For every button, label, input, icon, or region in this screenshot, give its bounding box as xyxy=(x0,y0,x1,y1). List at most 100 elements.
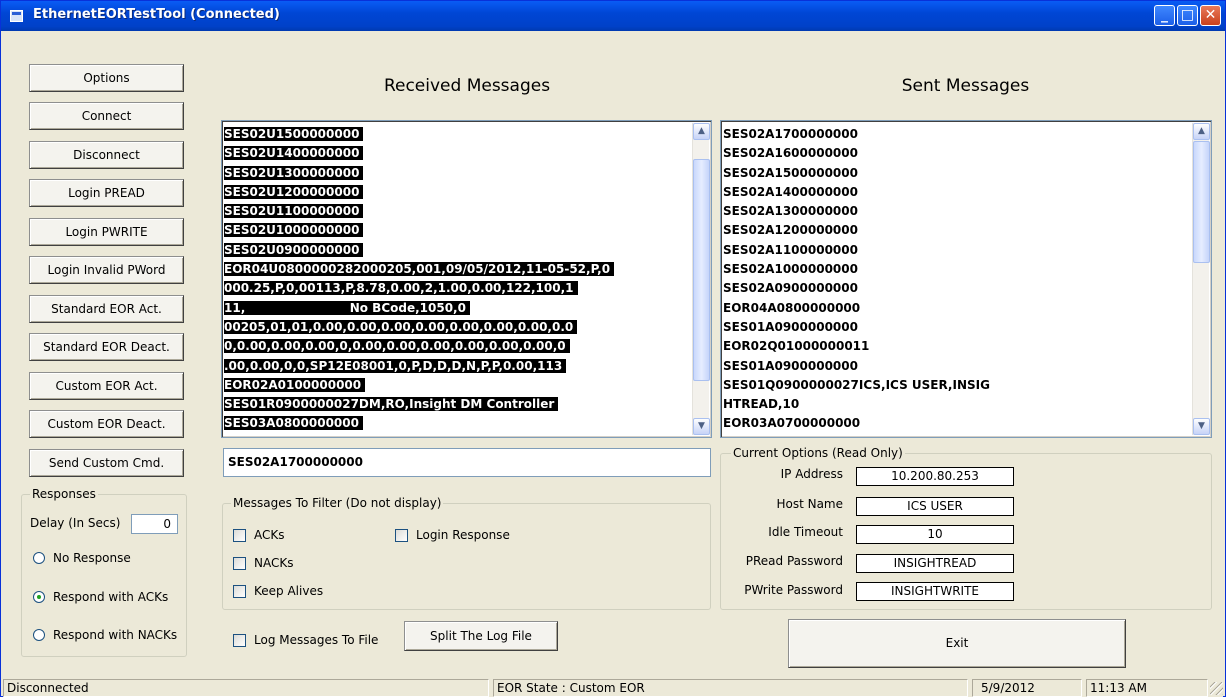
login-pwrite-button[interactable]: Login PWRITE xyxy=(29,218,184,246)
message-line[interactable]: SES02U1400000000 xyxy=(224,144,691,163)
filter-keep-alives-checkbox[interactable]: Keep Alives xyxy=(233,584,323,598)
message-line[interactable]: SES01A0900000000 xyxy=(723,357,1191,376)
filter-acks-checkbox[interactable]: ACKs xyxy=(233,528,285,542)
respond-acks-radio[interactable]: Respond with ACKs xyxy=(33,590,168,604)
checkbox-label: Login Response xyxy=(416,528,510,542)
connect-button[interactable]: Connect xyxy=(29,102,184,130)
minimize-button[interactable]: _ xyxy=(1154,5,1175,26)
scroll-down-icon[interactable]: ▼ xyxy=(693,418,710,435)
radio-label: No Response xyxy=(53,551,131,565)
delay-label: Delay (In Secs) xyxy=(30,516,121,530)
message-line[interactable]: EOR02A0100000000 xyxy=(224,376,691,395)
checkbox-label: NACKs xyxy=(254,556,294,570)
checkbox-box xyxy=(395,528,408,542)
filter-login-response-checkbox[interactable]: Login Response xyxy=(395,528,510,542)
app-icon xyxy=(10,10,23,22)
send-custom-cmd-button[interactable]: Send Custom Cmd. xyxy=(29,449,184,477)
status-date: 5/9/2012 xyxy=(972,679,1082,697)
idle-timeout-value: 10 xyxy=(856,525,1014,544)
custom-eor-act-button[interactable]: Custom EOR Act. xyxy=(29,372,184,400)
message-line[interactable]: 00205,01,01,0.00,0.00,0.00,0.00,0.00,0.0… xyxy=(224,318,691,337)
sent-scrollbar[interactable]: ▲ ▼ xyxy=(1192,123,1210,435)
message-text: .00,0.00,0,0,SP12E08001,0,P,D,D,D,N,P,P,… xyxy=(224,358,567,373)
message-line[interactable]: EOR03A0700000000 xyxy=(723,414,1191,433)
message-line[interactable]: SES02A1100000000 xyxy=(723,241,1191,260)
login-pread-button[interactable]: Login PREAD xyxy=(29,179,184,207)
message-line[interactable]: SES02A1400000000 xyxy=(723,183,1191,202)
current-options-legend: Current Options (Read Only) xyxy=(731,446,905,460)
pwrite-password-label: PWrite Password xyxy=(744,583,843,597)
radio-label: Respond with NACKs xyxy=(53,628,178,642)
scroll-up-icon[interactable]: ▲ xyxy=(693,123,710,140)
sent-messages-list[interactable]: SES02A1700000000 SES02A1600000000 SES02A15… xyxy=(720,120,1212,438)
respond-nacks-radio[interactable]: Respond with NACKs xyxy=(33,628,177,642)
status-connection: Disconnected xyxy=(3,679,489,697)
button-label: Login PWRITE xyxy=(65,225,148,239)
scroll-thumb[interactable] xyxy=(1193,141,1210,263)
message-line[interactable]: SES02U1500000000 xyxy=(224,125,691,144)
message-line[interactable]: SES02U1000000000 xyxy=(224,221,691,240)
options-button[interactable]: Options xyxy=(29,64,184,92)
message-line[interactable]: EOR02Q01000000011 xyxy=(723,337,1191,356)
message-line[interactable]: SES01Q0900000027ICS,ICS USER,INSIG xyxy=(723,376,1191,395)
scroll-up-icon[interactable]: ▲ xyxy=(1193,123,1210,140)
message-line[interactable]: 000.25,P,0,00113,P,8.78,0.00,2,1.00,0.00… xyxy=(224,279,691,298)
filter-nacks-checkbox[interactable]: NACKs xyxy=(233,556,293,570)
message-text: SES02U0900000000 xyxy=(224,242,364,257)
message-line[interactable]: SES02A1000000000 xyxy=(723,260,1191,279)
standard-eor-act-button[interactable]: Standard EOR Act. xyxy=(29,295,184,323)
button-label: Custom EOR Act. xyxy=(55,379,158,393)
split-log-file-button[interactable]: Split The Log File xyxy=(404,621,558,651)
no-response-radio[interactable]: No Response xyxy=(33,551,131,565)
login-invalid-pword-button[interactable]: Login Invalid PWord xyxy=(29,256,184,284)
delay-input[interactable]: 0 xyxy=(131,514,178,534)
button-label: Login PREAD xyxy=(68,186,145,200)
scroll-thumb[interactable] xyxy=(693,159,710,381)
disconnect-button[interactable]: Disconnect xyxy=(29,141,184,169)
message-line[interactable]: SES02A1200000000 xyxy=(723,221,1191,240)
button-label: Split The Log File xyxy=(430,629,532,643)
message-line[interactable]: SES02U0900000000 xyxy=(224,241,691,260)
received-scrollbar[interactable]: ▲ ▼ xyxy=(692,123,710,435)
message-line[interactable]: SES02A1700000000 xyxy=(723,125,1191,144)
idle-timeout-label: Idle Timeout xyxy=(768,525,843,539)
message-line[interactable]: HTREAD,10 xyxy=(723,395,1191,414)
ip-address-value: 10.200.80.253 xyxy=(856,467,1014,486)
exit-button[interactable]: Exit xyxy=(788,619,1126,668)
message-line[interactable]: SES02U1100000000 xyxy=(224,202,691,221)
status-time: 11:13 AM xyxy=(1086,679,1208,697)
checkbox-box xyxy=(233,584,246,598)
message-line[interactable]: EOR04U0800000282000205,001,09/05/2012,11… xyxy=(224,260,691,279)
message-line[interactable]: 11, No BCode,1050,0 xyxy=(224,299,691,318)
message-line[interactable]: SES02A1600000000 xyxy=(723,144,1191,163)
message-line[interactable]: SES02A1500000000 xyxy=(723,164,1191,183)
selected-message-field[interactable]: SES02A1700000000 xyxy=(223,448,711,477)
message-text: 000.25,P,0,00113,P,8.78,0.00,2,1.00,0.00… xyxy=(224,281,578,296)
message-line[interactable]: EOR04A0800000000 xyxy=(723,299,1191,318)
message-line[interactable]: SES02U1300000000 xyxy=(224,164,691,183)
resize-grip-icon[interactable] xyxy=(1210,682,1223,695)
scroll-down-icon[interactable]: ▼ xyxy=(1193,418,1210,435)
message-line[interactable]: SES02U1200000000 xyxy=(224,183,691,202)
message-line[interactable]: SES01A0900000000 xyxy=(723,318,1191,337)
log-messages-checkbox[interactable]: Log Messages To File xyxy=(233,633,378,647)
custom-eor-deact-button[interactable]: Custom EOR Deact. xyxy=(29,410,184,438)
standard-eor-deact-button[interactable]: Standard EOR Deact. xyxy=(29,333,184,361)
message-line[interactable]: .00,0.00,0,0,SP12E08001,0,P,D,D,D,N,P,P,… xyxy=(224,357,691,376)
message-line[interactable]: SES02A0900000000 xyxy=(723,279,1191,298)
message-line[interactable]: SES03A0800000000 xyxy=(224,414,691,433)
button-label: Standard EOR Deact. xyxy=(43,340,170,354)
message-text: SES01R0900000027DM,RO,Insight DM Control… xyxy=(224,397,559,412)
message-text: 11, No BCode,1050,0 xyxy=(224,300,470,315)
message-line[interactable]: SES01R0900000027DM,RO,Insight DM Control… xyxy=(224,395,691,414)
message-line[interactable]: 0,0.00,0.00,0.00,0,0.00,0.00,0.00,0.00,0… xyxy=(224,337,691,356)
button-label: Standard EOR Act. xyxy=(51,302,162,316)
title-bar[interactable]: EthernetEORTestTool (Connected) _ □ ✕ xyxy=(1,1,1225,31)
message-text: SES02U1400000000 xyxy=(224,146,364,161)
maximize-button[interactable]: □ xyxy=(1177,5,1198,26)
message-line[interactable]: SES02A1300000000 xyxy=(723,202,1191,221)
close-button[interactable]: ✕ xyxy=(1200,5,1221,26)
message-text: SES03A0800000000 xyxy=(224,416,363,431)
checkbox-label: ACKs xyxy=(254,528,285,542)
received-messages-list[interactable]: SES02U1500000000 SES02U1400000000 SES02U13… xyxy=(221,120,712,438)
